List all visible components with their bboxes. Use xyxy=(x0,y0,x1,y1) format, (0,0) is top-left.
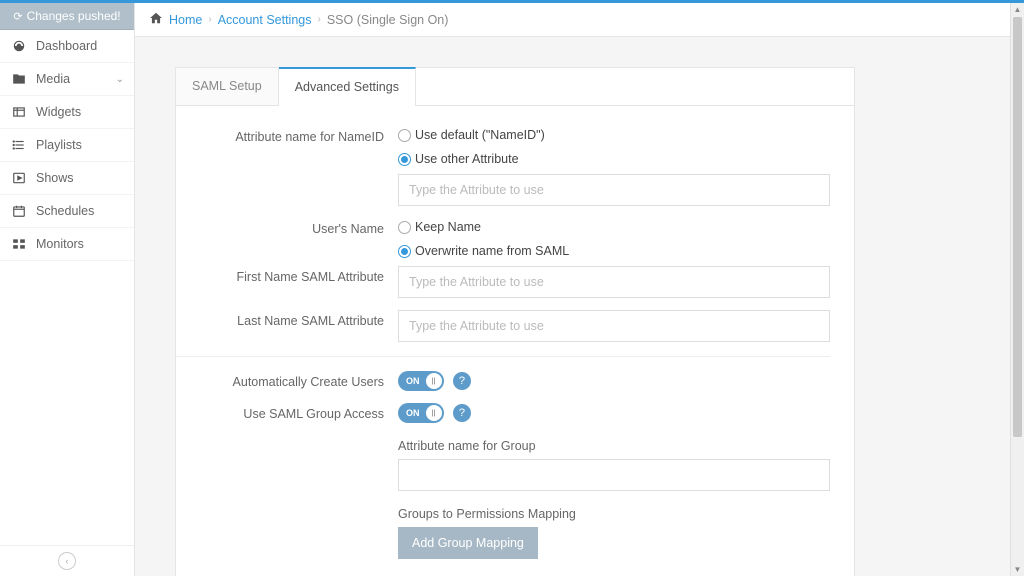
sidebar-item-schedules[interactable]: Schedules xyxy=(0,195,134,228)
lastname-label: Last Name SAML Attribute xyxy=(176,310,398,328)
chevron-down-icon: ⌄ xyxy=(116,74,124,85)
breadcrumb-home[interactable]: Home xyxy=(169,13,202,27)
nameid-radio-other[interactable]: Use other Attribute xyxy=(398,150,830,168)
sidebar-collapse[interactable]: ‹ xyxy=(0,545,134,576)
scrollbar-thumb[interactable] xyxy=(1013,17,1022,437)
home-icon xyxy=(149,11,163,28)
radio-icon xyxy=(398,153,411,166)
username-radio-keep[interactable]: Keep Name xyxy=(398,218,830,236)
sidebar-item-dashboard[interactable]: Dashboard xyxy=(0,30,134,63)
tab-advanced-settings[interactable]: Advanced Settings xyxy=(279,67,416,105)
radio-label: Use default ("NameID") xyxy=(415,128,545,142)
firstname-attribute-input[interactable] xyxy=(398,266,830,298)
sidebar-item-widgets[interactable]: Widgets xyxy=(0,96,134,129)
radio-icon xyxy=(398,129,411,142)
lastname-attribute-input[interactable] xyxy=(398,310,830,342)
username-label: User's Name xyxy=(176,218,398,236)
breadcrumb-account[interactable]: Account Settings xyxy=(218,13,312,27)
help-icon[interactable]: ? xyxy=(453,404,471,422)
group-attr-label: Attribute name for Group xyxy=(398,439,830,453)
auto-create-toggle[interactable]: ON || xyxy=(398,371,444,391)
radio-label: Use other Attribute xyxy=(415,152,519,166)
username-radio-overwrite[interactable]: Overwrite name from SAML xyxy=(398,242,830,260)
toggle-label: ON xyxy=(406,408,420,418)
scroll-down-icon: ▼ xyxy=(1011,565,1024,574)
nameid-radio-default[interactable]: Use default ("NameID") xyxy=(398,126,830,144)
sidebar-item-label: Media xyxy=(36,72,70,86)
toggle-label: ON xyxy=(406,376,420,386)
breadcrumb: Home › Account Settings › SSO (Single Si… xyxy=(135,3,1024,37)
scrollbar[interactable]: ▲ ▼ xyxy=(1010,3,1024,576)
sidebar-item-label: Schedules xyxy=(36,204,94,218)
calendar-icon xyxy=(10,204,28,218)
radio-icon xyxy=(398,221,411,234)
group-access-label: Use SAML Group Access xyxy=(176,403,398,421)
scroll-up-icon: ▲ xyxy=(1011,5,1024,14)
sidebar-item-label: Shows xyxy=(36,171,74,185)
status-badge: ⟳ Changes pushed! xyxy=(0,3,134,30)
gauge-icon xyxy=(10,39,28,53)
chevron-right-icon: › xyxy=(208,14,211,25)
sidebar-item-media[interactable]: Media ⌄ xyxy=(0,63,134,96)
chevron-right-icon: › xyxy=(318,14,321,25)
monitors-icon xyxy=(10,237,28,251)
sidebar-item-label: Dashboard xyxy=(36,39,97,53)
toggle-knob-icon: || xyxy=(426,373,442,389)
firstname-label: First Name SAML Attribute xyxy=(176,266,398,284)
sidebar-item-shows[interactable]: Shows xyxy=(0,162,134,195)
chevron-left-icon: ‹ xyxy=(58,552,76,570)
status-text: Changes pushed! xyxy=(27,9,121,23)
nameid-label: Attribute name for NameID xyxy=(176,126,398,144)
sidebar-item-label: Widgets xyxy=(36,105,81,119)
nameid-attribute-input[interactable] xyxy=(398,174,830,206)
radio-label: Keep Name xyxy=(415,220,481,234)
groups-mapping-label: Groups to Permissions Mapping xyxy=(398,507,830,521)
add-group-mapping-button[interactable]: Add Group Mapping xyxy=(398,527,538,559)
sidebar: ⟳Changes pushed! Dashboard Media ⌄ W xyxy=(0,3,135,576)
sidebar-item-playlists[interactable]: Playlists xyxy=(0,129,134,162)
tab-saml-setup[interactable]: SAML Setup xyxy=(176,68,279,105)
sidebar-item-label: Playlists xyxy=(36,138,82,152)
sidebar-item-monitors[interactable]: Monitors xyxy=(0,228,134,261)
play-icon xyxy=(10,171,28,185)
auto-create-label: Automatically Create Users xyxy=(176,371,398,389)
sync-icon: ⟳ xyxy=(13,10,22,23)
grid-icon xyxy=(10,105,28,119)
toggle-knob-icon: || xyxy=(426,405,442,421)
sidebar-item-label: Monitors xyxy=(36,237,84,251)
radio-icon xyxy=(398,245,411,258)
list-icon xyxy=(10,138,28,152)
folder-icon xyxy=(10,72,28,86)
settings-panel: SAML Setup Advanced Settings Attribute n… xyxy=(175,67,855,576)
group-access-toggle[interactable]: ON || xyxy=(398,403,444,423)
help-icon[interactable]: ? xyxy=(453,372,471,390)
breadcrumb-current: SSO (Single Sign On) xyxy=(327,13,449,27)
radio-label: Overwrite name from SAML xyxy=(415,244,569,258)
group-attribute-input[interactable] xyxy=(398,459,830,491)
